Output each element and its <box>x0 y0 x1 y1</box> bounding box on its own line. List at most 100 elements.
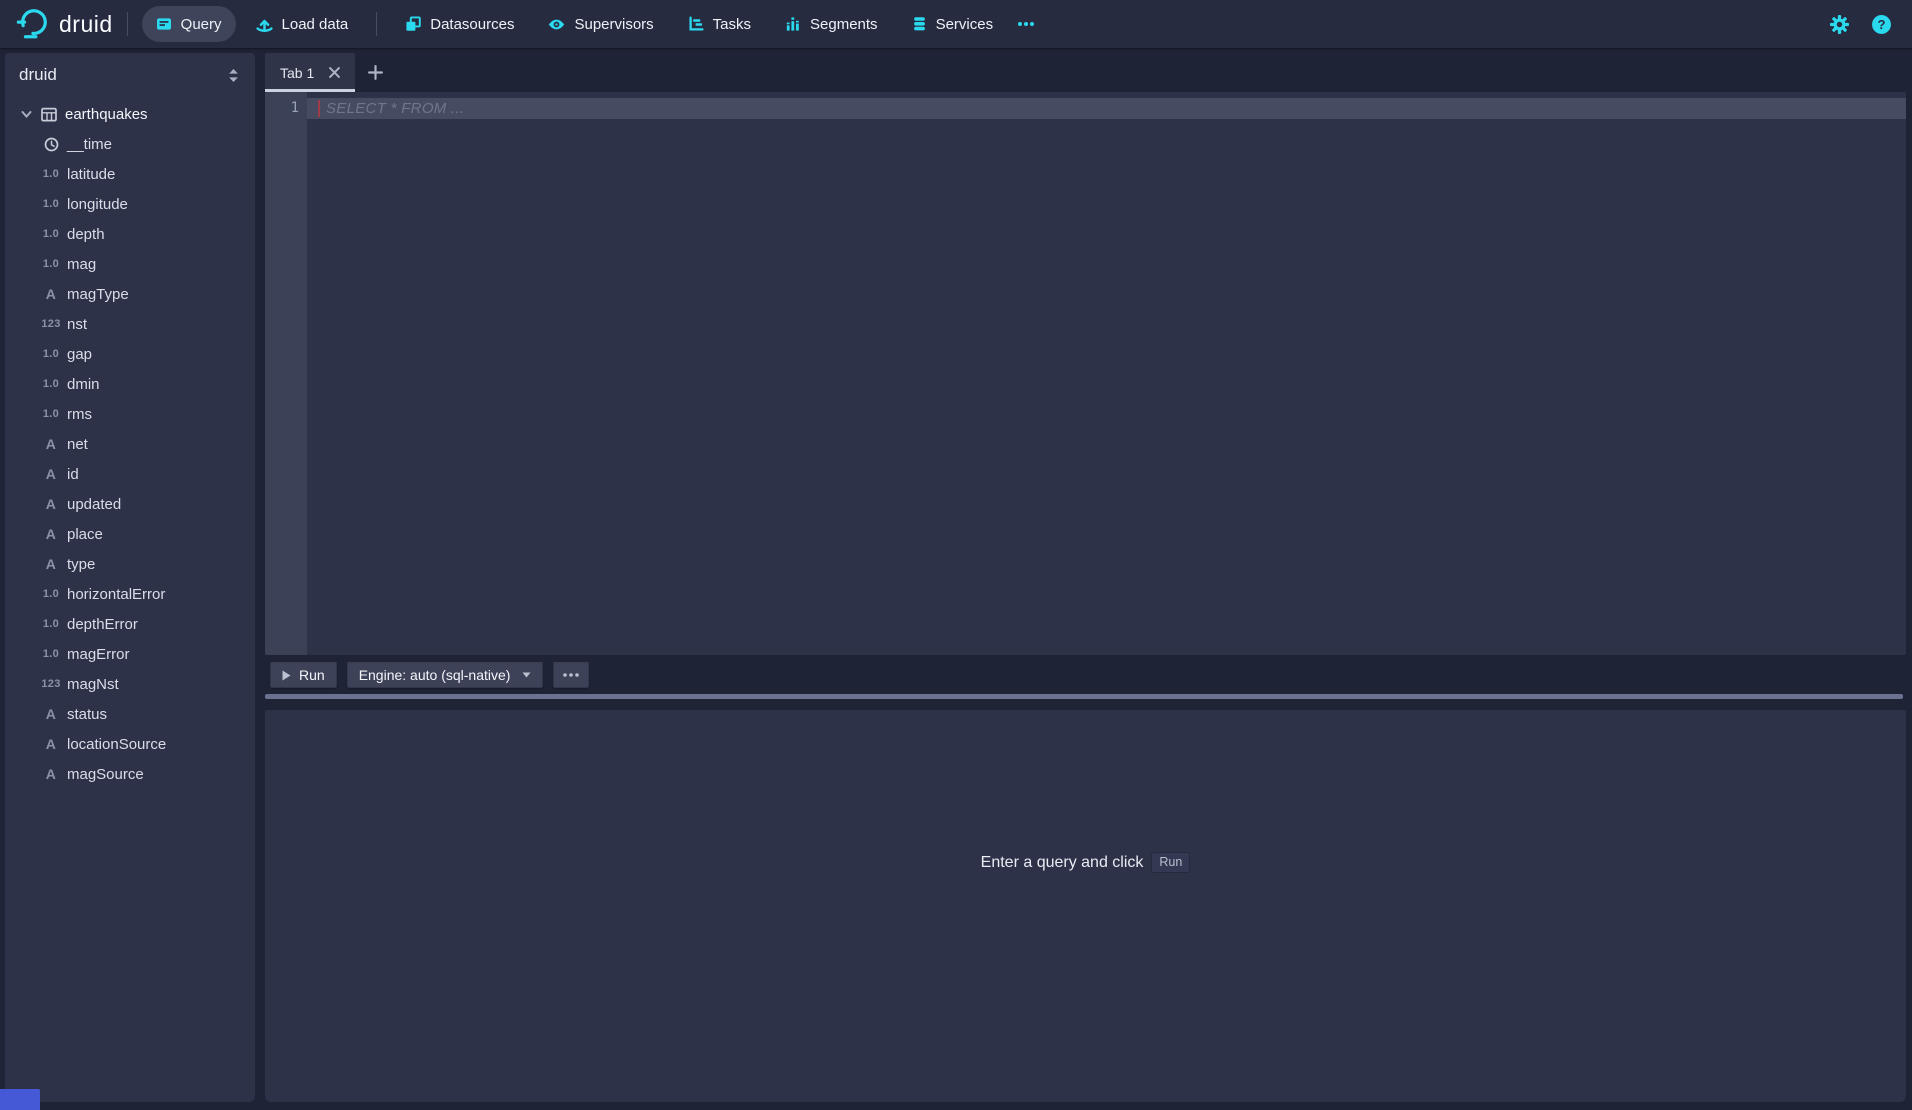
column-name: type <box>67 556 95 573</box>
column-name: magError <box>67 646 130 663</box>
column-name: latitude <box>67 166 115 183</box>
column-row-dmin[interactable]: 1.0dmin <box>5 369 255 399</box>
type-badge-string: A <box>39 556 63 572</box>
tab-bar: Tab 1 <box>265 53 1906 92</box>
druid-logo-icon <box>16 7 50 41</box>
column-row-__time[interactable]: __time <box>5 129 255 159</box>
query-app-icon <box>156 16 172 32</box>
column-row-rms[interactable]: 1.0 rms <box>5 399 255 429</box>
type-badge-int: 123 <box>39 678 63 690</box>
settings-button[interactable] <box>1826 11 1852 37</box>
nav-item-query[interactable]: Query <box>142 6 236 42</box>
tab-close-button[interactable] <box>326 64 343 81</box>
column-row-nst[interactable]: 123 nst <box>5 309 255 339</box>
type-badge-float: 1.0 <box>39 408 63 420</box>
column-name: nst <box>67 316 87 333</box>
close-icon <box>329 67 340 78</box>
nav-item-label: Supervisors <box>574 16 653 33</box>
gear-icon <box>1830 15 1849 34</box>
column-row-status[interactable]: Astatus <box>5 699 255 729</box>
panel-splitter[interactable] <box>265 694 1903 699</box>
tab-1[interactable]: Tab 1 <box>265 53 355 92</box>
column-row-updated[interactable]: Aupdated <box>5 489 255 519</box>
run-kbd-hint: Run <box>1151 852 1190 873</box>
type-badge-string: A <box>39 526 63 542</box>
column-row-magNst[interactable]: 123 magNst <box>5 669 255 699</box>
current-line-highlight <box>265 98 1906 119</box>
column-row-id[interactable]: Aid <box>5 459 255 489</box>
more-dots-icon <box>1017 21 1035 27</box>
column-row-depthError[interactable]: 1.0depthError <box>5 609 255 639</box>
help-button[interactable]: ? <box>1868 11 1894 37</box>
column-row-locationSource[interactable]: AlocationSource <box>5 729 255 759</box>
help-icon: ? <box>1871 14 1892 35</box>
datasource-row-earthquakes[interactable]: earthquakes <box>5 99 255 129</box>
navbar-more-button[interactable] <box>1007 6 1045 42</box>
column-name: updated <box>67 496 121 513</box>
engine-select-button[interactable]: Engine: auto (sql-native) <box>347 662 544 688</box>
table-icon <box>41 107 65 122</box>
column-row-place[interactable]: Aplace <box>5 519 255 549</box>
nav-item-datasources[interactable]: Datasources <box>391 6 528 42</box>
play-icon <box>282 670 291 681</box>
nav-item-services[interactable]: Services <box>898 6 1008 42</box>
column-row-gap[interactable]: 1.0 gap <box>5 339 255 369</box>
column-row-magType[interactable]: AmagType <box>5 279 255 309</box>
type-badge-float: 1.0 <box>39 348 63 360</box>
column-name: depth <box>67 226 105 243</box>
nav-item-segments[interactable]: Segments <box>771 6 892 42</box>
navbar-divider <box>376 12 377 36</box>
schema-sidebar: druid <box>5 53 255 1102</box>
nav-item-label: Datasources <box>430 16 514 33</box>
column-name: magType <box>67 286 129 303</box>
column-row-horizontalError[interactable]: 1.0horizontalError <box>5 579 255 609</box>
column-row-net[interactable]: Anet <box>5 429 255 459</box>
druid-console: druid Query Load data Datasources Supervis… <box>0 0 1912 1110</box>
svg-text:?: ? <box>1877 17 1885 32</box>
caret-down-icon <box>522 672 531 678</box>
blue-square <box>0 1089 40 1110</box>
type-badge-float: 1.0 <box>39 378 63 390</box>
chevron-down-icon[interactable] <box>21 109 41 120</box>
top-navbar: druid Query Load data Datasources Supervis… <box>0 0 1912 48</box>
druid-logo[interactable]: druid <box>0 7 113 41</box>
clock-icon <box>39 137 63 152</box>
column-name: magNst <box>67 676 119 693</box>
nav-item-supervisors[interactable]: Supervisors <box>534 6 667 42</box>
tab-label: Tab 1 <box>280 65 314 81</box>
column-row-type[interactable]: Atype <box>5 549 255 579</box>
bar-chart-icon <box>785 16 801 32</box>
schema-title: druid <box>19 65 57 85</box>
nav-item-label: Query <box>181 16 222 33</box>
column-row-longitude[interactable]: 1.0longitude <box>5 189 255 219</box>
nav-item-tasks[interactable]: Tasks <box>674 6 765 42</box>
column-row-depth[interactable]: 1.0depth <box>5 219 255 249</box>
more-dots-icon <box>563 673 579 677</box>
run-button[interactable]: Run <box>270 662 337 688</box>
column-name: place <box>67 526 103 543</box>
column-name: gap <box>67 346 92 363</box>
column-name: mag <box>67 256 96 273</box>
column-name: id <box>67 466 79 483</box>
column-row-magSource[interactable]: AmagSource <box>5 759 255 789</box>
nav-item-label: Load data <box>282 16 349 33</box>
type-badge-string: A <box>39 706 63 722</box>
column-name: rms <box>67 406 92 423</box>
empty-results-message: Enter a query and clickRun <box>265 852 1906 873</box>
type-badge-int: 123 <box>39 318 63 330</box>
column-row-mag[interactable]: 1.0mag <box>5 249 255 279</box>
logo-text: druid <box>59 11 113 38</box>
run-button-label: Run <box>299 667 325 683</box>
column-sort-button[interactable] <box>225 66 242 85</box>
editor-placeholder: SELECT * FROM ... <box>326 98 464 119</box>
column-row-latitude[interactable]: 1.0latitude <box>5 159 255 189</box>
sidebar-header: druid <box>5 53 255 97</box>
query-more-button[interactable] <box>553 662 589 688</box>
sql-editor[interactable]: 1 SELECT * FROM ... <box>265 92 1906 655</box>
add-tab-button[interactable] <box>355 53 395 92</box>
nav-item-load-data[interactable]: Load data <box>242 6 363 42</box>
database-icon <box>912 16 927 32</box>
type-badge-string: A <box>39 286 63 302</box>
text-cursor <box>318 100 320 117</box>
column-row-magError[interactable]: 1.0magError <box>5 639 255 669</box>
